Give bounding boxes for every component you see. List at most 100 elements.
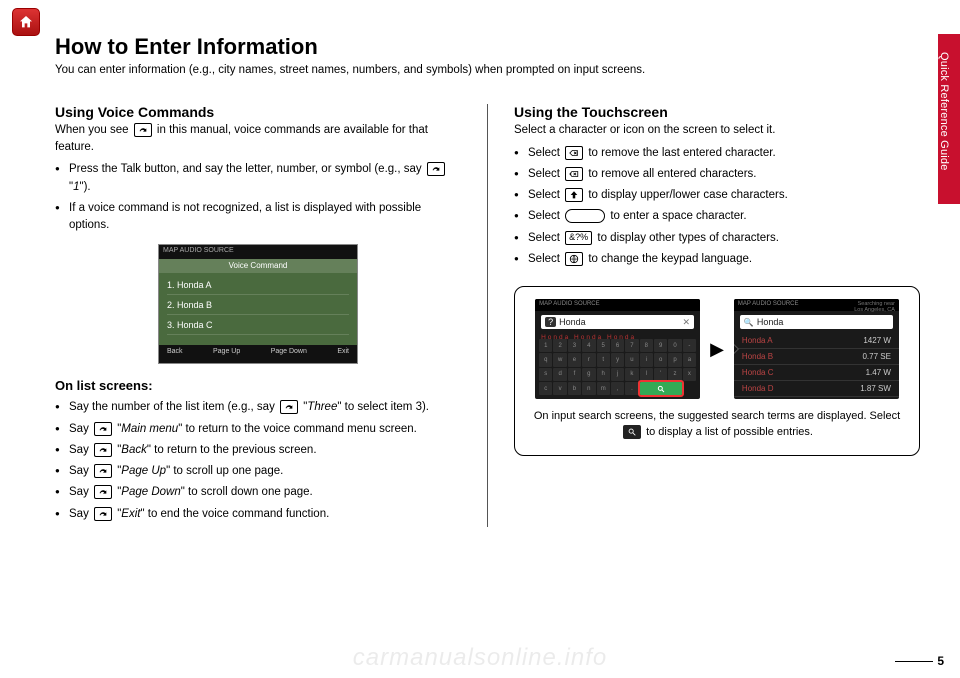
key: h (597, 368, 610, 381)
home-icon (18, 14, 34, 30)
talk-icon (94, 464, 112, 478)
touch-lead: Select a character or icon on the screen… (514, 122, 920, 139)
key: 7 (625, 339, 638, 352)
search-key-icon (623, 425, 641, 439)
shotB-rows: Honda A1427 WHonda B0.77 SEHonda C1.47 W… (734, 333, 899, 397)
key: w (553, 353, 566, 366)
shot1-tabs: MAP AUDIO SOURCE (159, 245, 357, 259)
shot1-row: 1. Honda A (167, 275, 349, 295)
key: k (625, 368, 638, 381)
bullet-item: Select to remove all entered characters. (514, 166, 920, 183)
shift-icon (565, 188, 583, 202)
shotB-search: 🔍 Honda (740, 315, 893, 329)
page-content: How to Enter Information You can enter i… (55, 34, 920, 658)
talk-icon (94, 485, 112, 499)
key: u (625, 353, 638, 366)
key: 5 (597, 339, 610, 352)
key: 6 (611, 339, 624, 352)
key: 3 (568, 339, 581, 352)
section-tab: Quick Reference Guide (938, 34, 960, 204)
key: v (553, 382, 566, 395)
shotB-meta: Searching nearLos Angeles, CA (854, 301, 895, 313)
key: ' (654, 368, 667, 381)
key: a (683, 353, 696, 366)
magnifier-icon: 🔍 (744, 318, 754, 327)
result-row: Honda C1.47 W (734, 365, 899, 381)
talk-icon (134, 123, 152, 137)
key: n (582, 382, 595, 395)
talk-icon (94, 422, 112, 436)
key: t (597, 353, 610, 366)
key: d (553, 368, 566, 381)
results-screenshot: MAP AUDIO SOURCE Searching nearLos Angel… (734, 299, 899, 399)
key: s (539, 368, 552, 381)
bullet-item: Select &?% to display other types of cha… (514, 230, 920, 247)
page-title: How to Enter Information (55, 34, 920, 60)
bullet-item: Select to display upper/lower case chara… (514, 187, 920, 204)
shot1-row: 2. Honda B (167, 295, 349, 315)
key: 2 (553, 339, 566, 352)
voice-lead: When you see in this manual, voice comma… (55, 122, 461, 155)
key: g (582, 368, 595, 381)
bullet-item: Press the Talk button, and say the lette… (55, 161, 461, 196)
key: p (668, 353, 681, 366)
symbols-icon: &?% (565, 231, 592, 245)
page-intro: You can enter information (e.g., city na… (55, 64, 920, 76)
column-divider (487, 104, 488, 527)
bullet-item: Say "Page Down" to scroll down one page. (55, 484, 461, 501)
shotA-tabs: MAP AUDIO SOURCE (535, 299, 700, 311)
bullet-item: Say "Main menu" to return to the voice c… (55, 421, 461, 438)
key: 4 (582, 339, 595, 352)
list-screens-bullets: Say the number of the list item (e.g., s… (55, 399, 461, 523)
key: - (683, 339, 696, 352)
key: e (568, 353, 581, 366)
search-key (640, 382, 682, 395)
key: 8 (640, 339, 653, 352)
shotA-search: ? Honda ✕ (541, 315, 694, 329)
voice-list-screenshot: MAP AUDIO SOURCE Voice Command 1. Honda … (158, 244, 358, 364)
shot1-footer: Back Page Up Page Down Exit (159, 345, 357, 363)
result-row: Honda D1.87 SW (734, 381, 899, 397)
key: 1 (539, 339, 552, 352)
bullet-item: Say "Exit" to end the voice command func… (55, 506, 461, 523)
result-row: Honda B0.77 SE (734, 349, 899, 365)
bullet-item: Select to remove the last entered charac… (514, 145, 920, 162)
arrow-icon: ▶ (710, 339, 724, 360)
key: . (625, 382, 638, 395)
section-tab-label: Quick Reference Guide (938, 34, 950, 171)
key: 9 (654, 339, 667, 352)
bullet-item: Select to enter a space character. (514, 208, 920, 225)
key: x (683, 368, 696, 381)
key: z (668, 368, 681, 381)
clear-icon (565, 167, 583, 181)
key: j (611, 368, 624, 381)
shot1-row: 3. Honda C (167, 315, 349, 335)
key: c (539, 382, 552, 395)
result-row: Honda A1427 W (734, 333, 899, 349)
voice-bullets: Press the Talk button, and say the lette… (55, 161, 461, 234)
globe-icon (565, 252, 583, 266)
key: y (611, 353, 624, 366)
callout-note: On input search screens, the suggested s… (529, 409, 905, 441)
talk-icon (280, 400, 298, 414)
key: 0 (668, 339, 681, 352)
bullet-item: If a voice command is not recognized, a … (55, 200, 461, 235)
key: f (568, 368, 581, 381)
bullet-item: Say "Page Up" to scroll up one page. (55, 463, 461, 480)
search-callout: MAP AUDIO SOURCE ? Honda ✕ Honda Honda H… (514, 286, 920, 456)
home-button[interactable] (12, 8, 40, 36)
talk-icon (94, 507, 112, 521)
key: r (582, 353, 595, 366)
key: q (539, 353, 552, 366)
column-touch: Using the Touchscreen Select a character… (514, 104, 920, 527)
bullet-item: Say "Back" to return to the previous scr… (55, 442, 461, 459)
key: b (568, 382, 581, 395)
key: l (640, 368, 653, 381)
key: o (654, 353, 667, 366)
help-icon: ? (545, 317, 556, 327)
voice-heading: Using Voice Commands (55, 104, 461, 120)
list-screens-heading: On list screens: (55, 378, 461, 393)
touch-heading: Using the Touchscreen (514, 104, 920, 120)
clear-icon: ✕ (683, 317, 691, 328)
bullet-item: Say the number of the list item (e.g., s… (55, 399, 461, 416)
